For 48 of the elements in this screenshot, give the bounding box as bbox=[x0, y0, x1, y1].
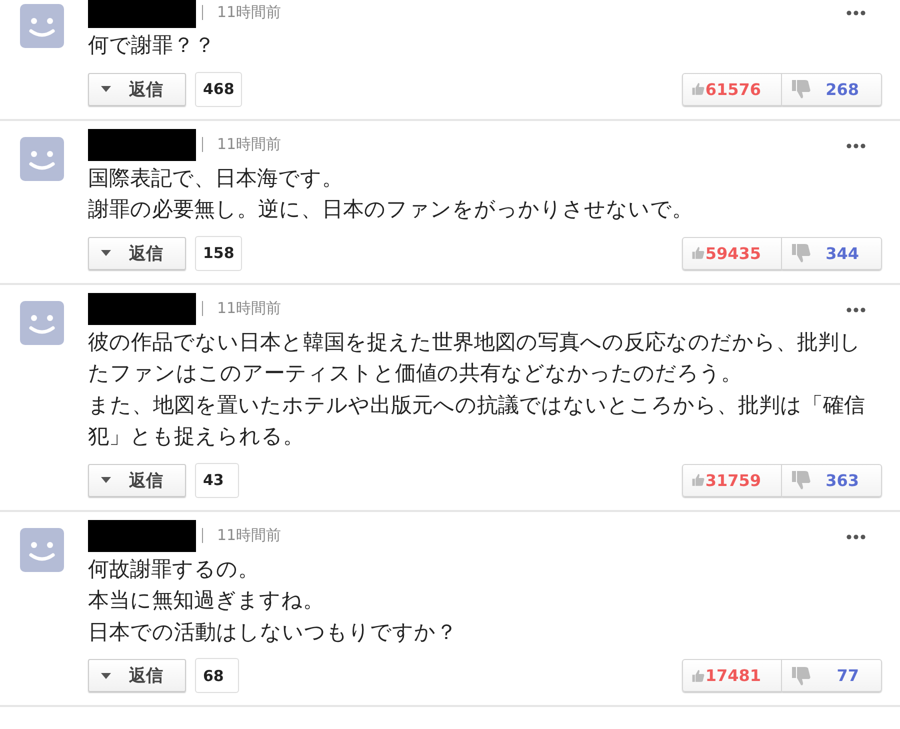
like-button[interactable]: 17481 bbox=[682, 659, 782, 692]
comment-text: 本当に無知過ぎますね。 bbox=[88, 587, 325, 614]
reply-button[interactable]: 返信 bbox=[88, 72, 186, 106]
avatar-icon bbox=[20, 300, 64, 344]
avatar-icon bbox=[20, 4, 64, 48]
thumbs-down-icon bbox=[790, 78, 812, 100]
comment-text: 日本での活動はしないつもりですか？ bbox=[88, 618, 458, 646]
avatar-icon bbox=[20, 528, 64, 572]
more-icon bbox=[846, 306, 866, 312]
reply-count: 468 bbox=[195, 72, 242, 106]
comment-text: 何で謝罪？？ bbox=[88, 32, 216, 59]
caret-icon bbox=[101, 477, 111, 483]
comment-text: また、地図を置いたホテルや出版元への抗議ではないところから、批判は「確信犯」とも捉えられる。 bbox=[88, 392, 866, 450]
comment-text: 国際表記で、日本海です。 bbox=[88, 164, 344, 192]
more-button[interactable] bbox=[846, 534, 866, 540]
avatar-icon bbox=[20, 136, 64, 180]
caret-icon bbox=[101, 250, 111, 256]
post-time: 11時間前 bbox=[217, 135, 282, 154]
more-icon bbox=[846, 534, 866, 540]
thumbs-down-icon bbox=[790, 469, 812, 491]
reply-button[interactable]: 返信 bbox=[88, 659, 186, 692]
more-button[interactable] bbox=[846, 306, 866, 312]
reply-button[interactable]: 返信 bbox=[88, 236, 186, 270]
caret-icon bbox=[101, 86, 111, 92]
caret-icon bbox=[101, 672, 111, 678]
comment-text: 彼の作品でない日本と韓国を捉えた世界地図の写真への反応なのだから、批判したファンはこのアーティストと価値の共有などなかったのだろう。 bbox=[88, 328, 862, 387]
dislike-button[interactable]: 268 bbox=[782, 72, 882, 106]
comment-text: 何故謝罪するの。 bbox=[88, 556, 260, 582]
more-icon bbox=[846, 142, 866, 148]
thumbs-down-icon bbox=[790, 664, 812, 686]
post-time: 11時間前 bbox=[217, 299, 282, 318]
post-time: 11時間前 bbox=[217, 2, 282, 22]
like-button[interactable]: 61576 bbox=[682, 72, 782, 106]
like-button[interactable]: 59435 bbox=[682, 236, 782, 270]
dislike-button[interactable]: 344 bbox=[782, 236, 882, 270]
post-time: 11時間前 bbox=[217, 526, 282, 545]
more-button[interactable] bbox=[846, 10, 866, 16]
like-button[interactable]: 31759 bbox=[682, 464, 782, 496]
dislike-button[interactable]: 363 bbox=[782, 464, 882, 496]
comment-text: 謝罪の必要無し。逆に、日本のファンをがっかりさせないで。 bbox=[88, 196, 694, 223]
more-button[interactable] bbox=[846, 142, 866, 148]
reply-count: 43 bbox=[195, 462, 239, 498]
reply-count: 68 bbox=[195, 658, 239, 693]
thumbs-down-icon bbox=[790, 242, 812, 264]
reply-count: 158 bbox=[195, 236, 242, 270]
dislike-button[interactable]: 77 bbox=[782, 659, 882, 692]
reply-button[interactable]: 返信 bbox=[88, 464, 186, 496]
more-icon bbox=[846, 10, 866, 16]
